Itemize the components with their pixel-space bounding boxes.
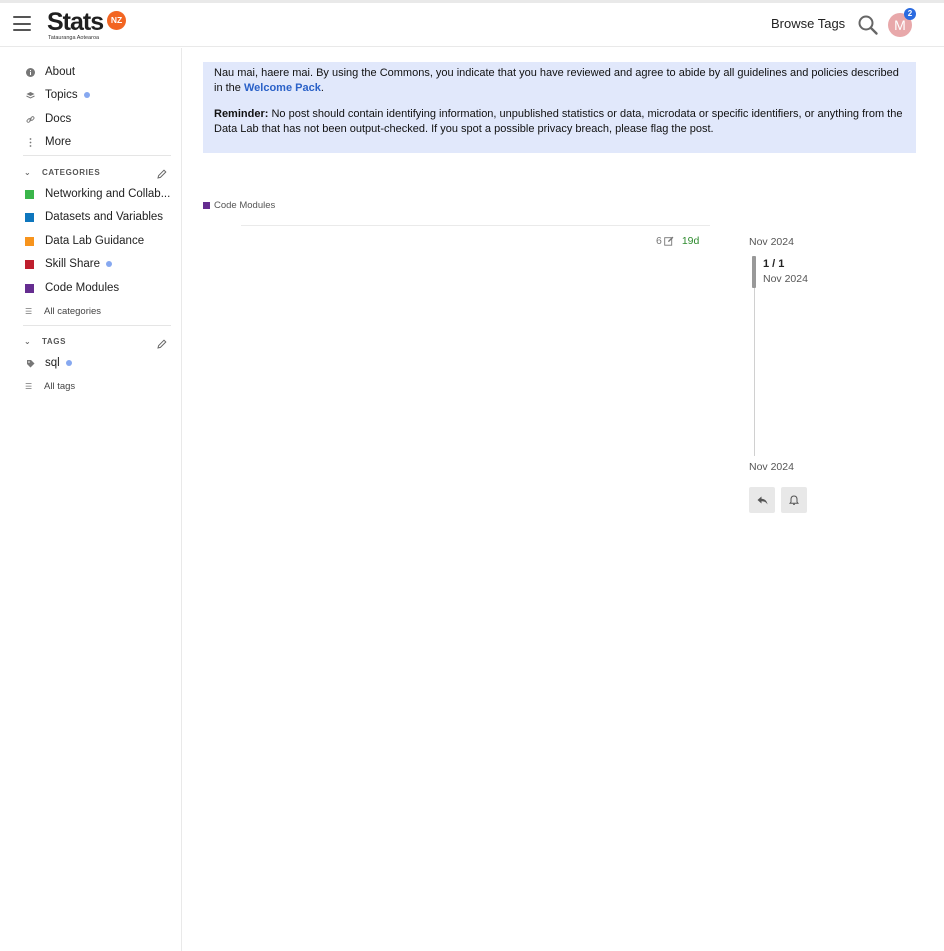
post-age[interactable]: 19d <box>682 235 700 247</box>
category-label: Data Lab Guidance <box>45 235 145 247</box>
timeline-end-date[interactable]: Nov 2024 <box>749 461 794 473</box>
timeline-position-date: Nov 2024 <box>763 273 808 285</box>
edit-tags-pencil-icon[interactable] <box>157 336 169 349</box>
tags-section-toggle[interactable]: ⌄ TAGS <box>24 334 66 348</box>
category-color-swatch <box>25 283 34 293</box>
edit-count: 6 <box>656 235 662 247</box>
category-label: Skill Share <box>45 258 100 270</box>
sidebar-tag-sql[interactable]: sql <box>24 353 72 373</box>
chevron-down-icon: ⌄ <box>24 167 32 177</box>
reminder-body: No post should contain identifying infor… <box>214 108 903 135</box>
sidebar-category-datasets[interactable]: Datasets and Variables <box>25 207 163 227</box>
notification-badge[interactable]: 2 <box>904 8 916 20</box>
banner-reminder-text: Reminder: No post should contain identif… <box>214 107 905 137</box>
category-color-swatch <box>25 189 34 199</box>
sidebar-item-label: Docs <box>45 113 72 125</box>
sidebar-item-docs[interactable]: Docs <box>24 109 71 129</box>
sidebar-item-about[interactable]: About <box>24 62 75 82</box>
post-edit-history[interactable]: 6 <box>656 235 674 247</box>
site-header: Stats NZ Tatauranga Aotearoa Browse Tags… <box>0 3 944 47</box>
sidebar-item-topics[interactable]: Topics <box>24 85 90 105</box>
topic-category-badge[interactable]: Code Modules <box>203 200 275 211</box>
all-categories-label: All categories <box>44 305 102 317</box>
category-label: Datasets and Variables <box>45 211 164 223</box>
unread-dot <box>65 360 72 366</box>
timeline-scroll-handle[interactable] <box>752 256 756 288</box>
reply-icon <box>757 496 767 504</box>
sidebar-divider <box>23 155 171 156</box>
list-icon: ☰ <box>25 306 33 316</box>
info-icon <box>24 66 36 78</box>
sidebar-all-categories[interactable]: ☰ All categories <box>25 303 101 319</box>
unread-dot <box>83 92 90 98</box>
welcome-banner: Nau mai, haere mai. By using the Commons… <box>203 62 916 153</box>
tag-icon <box>24 357 36 369</box>
category-label: Networking and Collab... <box>45 188 171 200</box>
notification-level-button[interactable] <box>781 487 807 513</box>
topic-category-label: Code Modules <box>214 200 276 211</box>
chevron-down-icon: ⌄ <box>24 336 32 346</box>
banner-welcome-text: Nau mai, haere mai. By using the Commons… <box>214 66 905 96</box>
layers-icon <box>24 89 36 101</box>
browse-tags-link[interactable]: Browse Tags <box>771 16 845 31</box>
sidebar-category-skill-share[interactable]: Skill Share <box>25 254 112 274</box>
category-color-swatch <box>25 212 34 222</box>
category-color-swatch <box>203 202 210 209</box>
banner-welcome-end: . <box>320 82 324 94</box>
logo-wordmark: Stats <box>47 8 104 36</box>
tags-heading: TAGS <box>42 336 67 346</box>
link-icon <box>24 113 36 125</box>
sidebar-item-label: About <box>45 66 76 78</box>
sidebar-item-more[interactable]: More <box>24 132 71 152</box>
sidebar-category-networking[interactable]: Networking and Collab... <box>25 184 170 204</box>
logo-nz-badge: NZ <box>107 11 126 30</box>
timeline-start-date[interactable]: Nov 2024 <box>749 236 794 248</box>
edit-pencil-icon <box>664 236 674 246</box>
all-tags-label: All tags <box>44 380 76 392</box>
vertical-ellipsis-icon <box>24 136 36 148</box>
edit-categories-pencil-icon[interactable] <box>157 166 169 179</box>
sidebar-all-tags[interactable]: ☰ All tags <box>25 378 75 394</box>
sidebar-item-label: Topics <box>45 89 78 101</box>
logo-subtitle: Tatauranga Aotearoa <box>48 35 100 41</box>
hamburger-menu-icon[interactable] <box>13 16 31 32</box>
sidebar-item-label: More <box>45 136 72 148</box>
post-meta: 6 19d <box>656 235 699 247</box>
timeline-position: 1 / 1 <box>763 258 785 270</box>
tag-label: sql <box>45 357 60 369</box>
sidebar: About Topics Docs More ⌄ CATEGORIES Netw… <box>0 48 182 951</box>
unread-dot <box>105 261 112 267</box>
bell-icon <box>789 494 799 505</box>
categories-section-toggle[interactable]: ⌄ CATEGORIES <box>24 165 100 179</box>
category-color-swatch <box>25 236 34 246</box>
post-divider <box>241 225 710 226</box>
site-logo[interactable]: Stats NZ Tatauranga Aotearoa <box>47 9 129 43</box>
list-icon: ☰ <box>25 381 33 391</box>
sidebar-category-data-lab-guidance[interactable]: Data Lab Guidance <box>25 231 144 251</box>
category-label: Code Modules <box>45 282 120 294</box>
search-icon[interactable] <box>857 14 879 36</box>
categories-heading: CATEGORIES <box>42 167 101 177</box>
welcome-pack-link[interactable]: Welcome Pack <box>244 82 321 94</box>
category-color-swatch <box>25 259 34 269</box>
reminder-label: Reminder: <box>214 108 269 120</box>
sidebar-category-code-modules[interactable]: Code Modules <box>25 278 119 298</box>
sidebar-divider <box>23 325 171 326</box>
reply-button[interactable] <box>749 487 775 513</box>
